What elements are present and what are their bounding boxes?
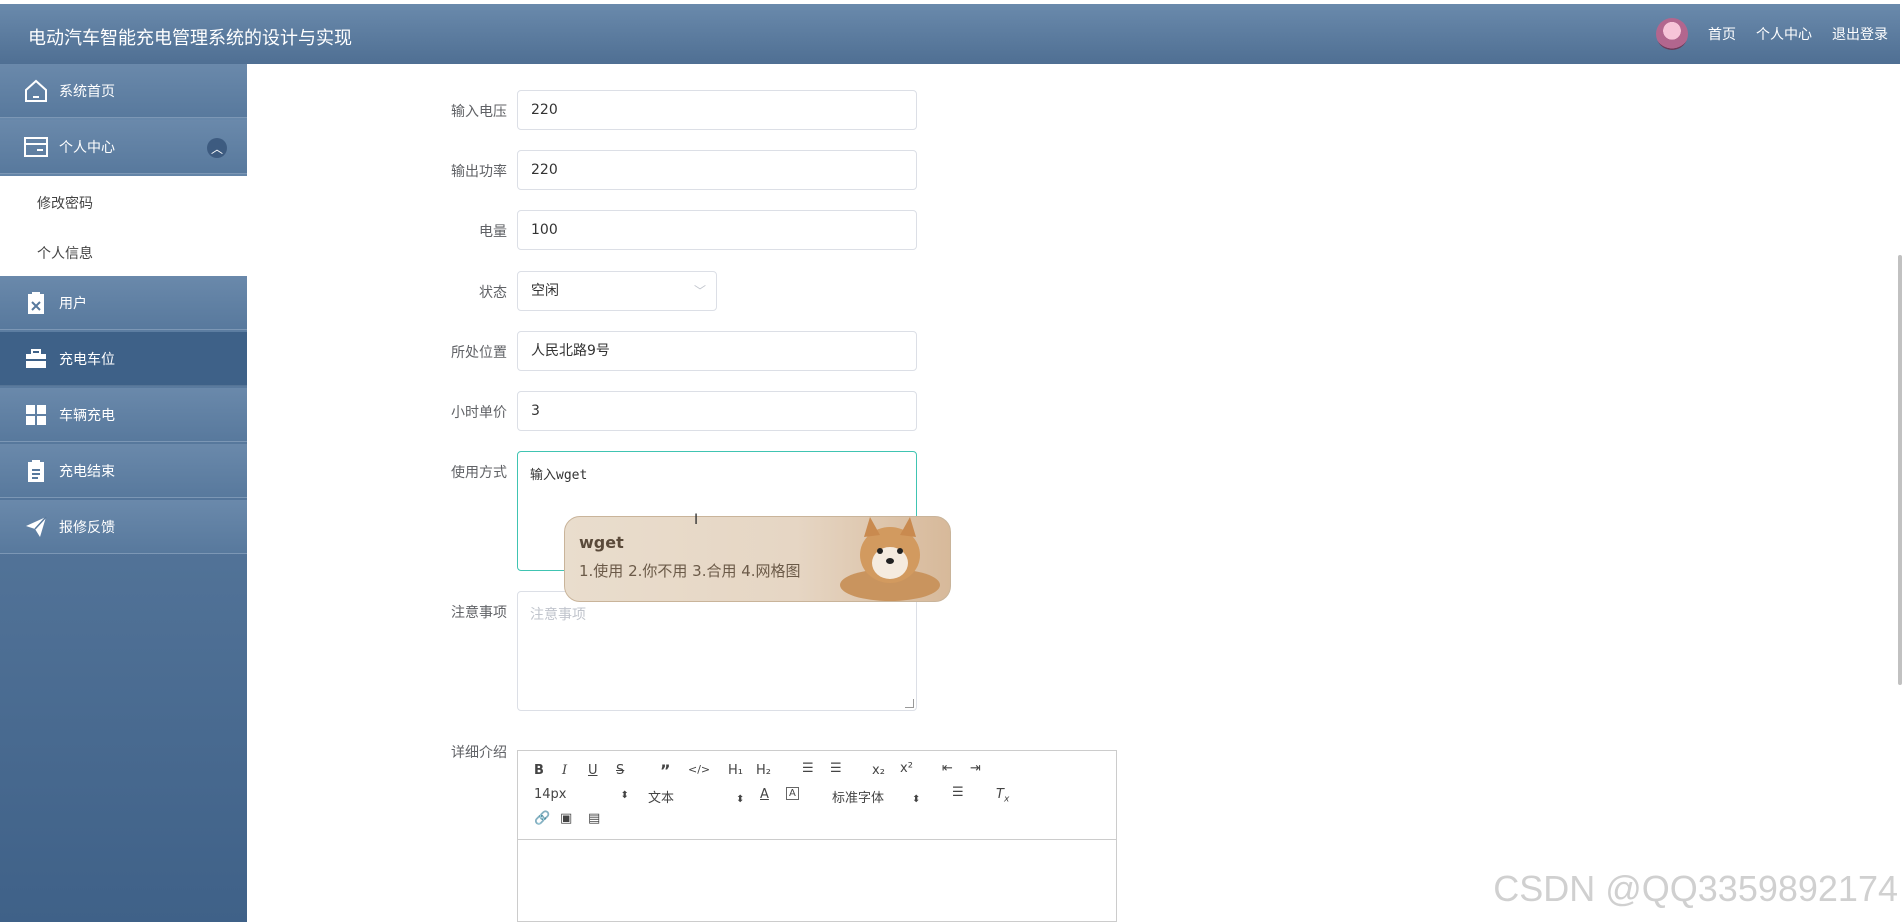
underline-icon[interactable]: U <box>588 763 598 778</box>
quote-icon[interactable]: ” <box>660 761 671 780</box>
grid-icon <box>22 401 50 429</box>
notes-label: 注意事项 <box>451 605 507 621</box>
superscript-icon[interactable]: x² <box>900 761 913 776</box>
code-icon[interactable]: </> <box>688 763 710 776</box>
sidebar-item-label: 车辆充电 <box>59 407 115 424</box>
sidebar-item-parking[interactable]: 充电车位 <box>0 332 247 386</box>
clipboard-icon <box>22 457 50 485</box>
align-icon[interactable]: ☰ <box>952 785 964 800</box>
status-select[interactable]: 空闲 ﹀ <box>517 271 717 311</box>
outdent-icon[interactable]: ⇤ <box>942 761 953 776</box>
price-label: 小时单价 <box>451 405 507 421</box>
sidebar: 系统首页 个人中心 ︿ 修改密码 个人信息 用户 充电车位 车辆充电 充电结束 <box>0 64 247 922</box>
font-family-select[interactable]: 标准字体 ⬍ <box>832 787 920 806</box>
h1-icon[interactable]: H₁ <box>728 763 743 778</box>
sidebar-item-label: 充电车位 <box>59 351 115 368</box>
text-cursor-icon: I <box>694 512 699 528</box>
bullet-list-icon[interactable]: ☰ <box>830 761 842 776</box>
submenu-personal-info[interactable]: 个人信息 <box>37 243 93 263</box>
ime-candidates[interactable]: 1.使用 2.你不用 3.合用 4.网格图 <box>579 560 801 581</box>
status-value: 空闲 <box>531 283 559 299</box>
briefcase-icon <box>22 345 50 373</box>
usage-text: 输入wget <box>530 468 588 483</box>
font-color-icon[interactable]: A <box>760 787 769 802</box>
home-link[interactable]: 首页 <box>1708 24 1736 44</box>
sidebar-item-label: 系统首页 <box>59 83 115 100</box>
personal-submenu: 修改密码 个人信息 <box>0 176 247 276</box>
resize-handle[interactable] <box>905 699 914 708</box>
bg-color-icon[interactable]: A <box>786 787 799 800</box>
detail-label: 详细介绍 <box>451 745 507 761</box>
indent-icon[interactable]: ⇥ <box>970 761 981 776</box>
profile-link[interactable]: 个人中心 <box>1756 24 1812 44</box>
sidebar-item-feedback[interactable]: 报修反馈 <box>0 500 247 554</box>
bold-icon[interactable]: B <box>534 763 544 778</box>
clear-format-icon[interactable]: Tx <box>996 787 1009 805</box>
card-icon <box>22 133 50 161</box>
paper-plane-icon <box>22 513 50 541</box>
text-type-select[interactable]: 文本 ⬍ <box>648 787 744 806</box>
editor-content[interactable] <box>518 840 1116 921</box>
header-actions: 首页 个人中心 退出登录 <box>1656 18 1888 50</box>
chevron-up-icon[interactable]: ︿ <box>207 138 227 158</box>
editor-toolbar: B I U S ” </> H₁ H₂ ☰ ☰ x₂ x² ⇤ ⇥ 14px ⬍ … <box>518 751 1116 840</box>
sidebar-item-users[interactable]: 用户 <box>0 276 247 330</box>
power-input[interactable]: 220 <box>517 150 917 190</box>
avatar[interactable] <box>1656 18 1688 50</box>
logout-link[interactable]: 退出登录 <box>1832 24 1888 44</box>
font-size-select[interactable]: 14px ⬍ <box>534 787 629 802</box>
charge-input[interactable]: 100 <box>517 210 917 250</box>
watermark: CSDN @QQ3359892174 <box>1493 868 1898 909</box>
video-icon[interactable]: ▤ <box>588 811 600 826</box>
sidebar-item-vehicle-charge[interactable]: 车辆充电 <box>0 388 247 442</box>
ime-input-text: wget <box>579 533 624 552</box>
scrollbar[interactable] <box>1898 255 1902 685</box>
status-label: 状态 <box>479 285 507 301</box>
link-icon[interactable]: 🔗 <box>534 811 550 826</box>
sidebar-item-personal[interactable]: 个人中心 ︿ <box>0 120 247 174</box>
submenu-change-password[interactable]: 修改密码 <box>37 193 93 213</box>
subscript-icon[interactable]: x₂ <box>872 763 885 778</box>
clipboard-x-icon <box>22 289 50 317</box>
ime-candidate-popup: wget 1.使用 2.你不用 3.合用 4.网格图 <box>564 516 951 602</box>
image-icon[interactable]: ▣ <box>560 811 572 826</box>
rich-text-editor: B I U S ” </> H₁ H₂ ☰ ☰ x₂ x² ⇤ ⇥ 14px ⬍ … <box>517 750 1117 922</box>
sidebar-item-label: 用户 <box>59 295 87 312</box>
dog-image <box>840 517 940 601</box>
h2-icon[interactable]: H₂ <box>756 763 771 778</box>
sidebar-item-label: 报修反馈 <box>59 519 115 536</box>
strike-icon[interactable]: S <box>616 763 624 778</box>
charge-label: 电量 <box>479 224 507 240</box>
sidebar-item-label: 个人中心 <box>59 139 115 156</box>
power-label: 输出功率 <box>451 164 507 180</box>
italic-icon[interactable]: I <box>562 763 567 778</box>
sidebar-item-home[interactable]: 系统首页 <box>0 64 247 118</box>
voltage-input[interactable]: 220 <box>517 90 917 130</box>
app-title: 电动汽车智能充电管理系统的设计与实现 <box>28 28 352 49</box>
ordered-list-icon[interactable]: ☰ <box>802 761 814 776</box>
price-input[interactable]: 3 <box>517 391 917 431</box>
sidebar-item-charge-end[interactable]: 充电结束 <box>0 444 247 498</box>
usage-label: 使用方式 <box>451 465 507 481</box>
notes-textarea[interactable]: 注意事项 <box>517 591 917 711</box>
notes-placeholder: 注意事项 <box>530 607 586 623</box>
chevron-down-icon: ﹀ <box>693 284 706 298</box>
location-label: 所处位置 <box>451 345 507 361</box>
home-icon <box>22 77 50 105</box>
location-input[interactable]: 人民北路9号 <box>517 331 917 371</box>
voltage-label: 输入电压 <box>451 104 507 120</box>
sidebar-item-label: 充电结束 <box>59 463 115 480</box>
top-bar: 电动汽车智能充电管理系统的设计与实现 首页 个人中心 退出登录 <box>0 4 1900 64</box>
